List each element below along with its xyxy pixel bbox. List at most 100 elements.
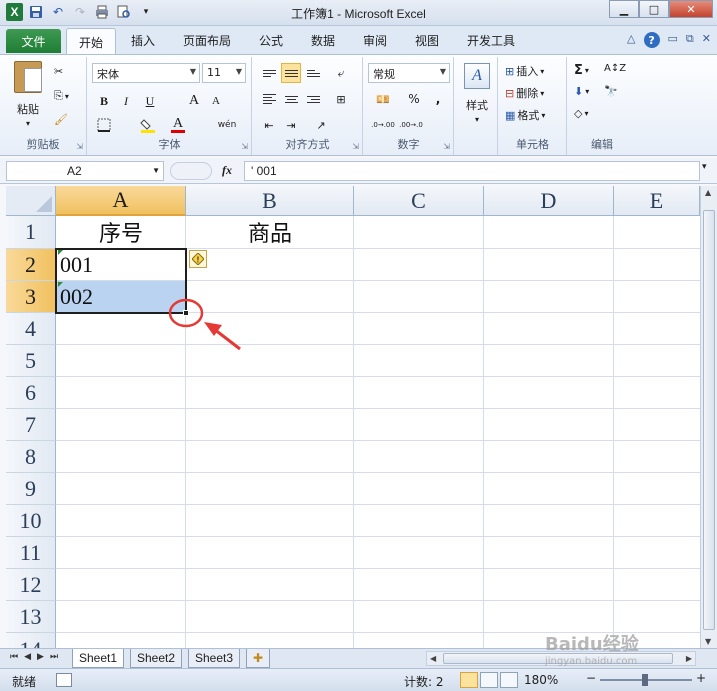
normal-view-button[interactable] [460, 672, 478, 688]
help-icon[interactable]: ? [643, 32, 660, 48]
borders-button[interactable] [94, 115, 114, 135]
cell-b1[interactable]: 商品 [186, 216, 354, 248]
sheet-tab-1[interactable]: Sheet1 [72, 649, 125, 668]
wrap-text-button[interactable]: ⤶ [331, 63, 351, 83]
tab-view[interactable]: 视图 [415, 32, 439, 49]
align-middle-button[interactable] [281, 63, 301, 83]
scroll-up-icon[interactable]: ▲ [705, 188, 711, 197]
alignment-launcher-icon[interactable]: ⇲ [352, 142, 359, 151]
phonetic-button[interactable]: wén [214, 115, 240, 135]
font-launcher-icon[interactable]: ⇲ [241, 142, 248, 151]
sort-filter-button[interactable]: A↕Z [604, 63, 626, 74]
column-header-b[interactable]: B [186, 186, 354, 216]
increase-indent-button[interactable]: ⇥ [281, 115, 301, 135]
tab-developer[interactable]: 开发工具 [467, 32, 515, 49]
expand-formula-bar-icon[interactable]: ▾ [702, 162, 707, 172]
row-header-9[interactable]: 9 [6, 473, 56, 505]
minimize-button[interactable]: ▁ [609, 0, 639, 18]
number-launcher-icon[interactable]: ⇲ [443, 142, 450, 151]
row-header-1[interactable]: 1 [6, 216, 56, 249]
column-header-e[interactable]: E [614, 186, 700, 216]
fill-color-button[interactable] [138, 115, 158, 135]
italic-button[interactable]: I [116, 91, 136, 111]
last-sheet-icon[interactable]: ⏭ [50, 652, 58, 662]
column-header-a[interactable]: A [56, 186, 186, 216]
styles-button[interactable]: A 样式 ▾ [461, 63, 493, 133]
paste-button[interactable]: 粘贴 ▾ [8, 61, 48, 133]
row-header-4[interactable]: 4 [6, 313, 56, 345]
minimize-ribbon-icon[interactable]: △ [627, 32, 635, 48]
formula-bar-splitter[interactable] [170, 162, 212, 180]
zoom-level[interactable]: 180% [524, 673, 558, 687]
row-header-3[interactable]: 3 [6, 281, 56, 313]
clear-button[interactable]: ◇ ▾ [574, 107, 588, 120]
tab-file[interactable]: 文件 [6, 29, 61, 53]
row-header-12[interactable]: 12 [6, 569, 56, 601]
underline-button[interactable]: U [140, 91, 160, 111]
zoom-in-button[interactable]: + [696, 671, 706, 685]
format-cells-button[interactable]: ▦ 格式 ▾ [505, 107, 545, 123]
first-sheet-icon[interactable]: ⏮ [10, 652, 18, 662]
cut-button[interactable]: ✂ [54, 65, 63, 78]
number-format-select[interactable]: 常规 ▼ [368, 63, 450, 83]
fill-button[interactable]: ⬇ ▾ [574, 85, 589, 98]
zoom-thumb[interactable] [642, 674, 648, 686]
scroll-left-icon[interactable]: ◀ [430, 654, 436, 663]
tab-review[interactable]: 审阅 [363, 32, 387, 49]
vertical-scroll-thumb[interactable] [703, 210, 715, 630]
align-bottom-button[interactable] [303, 63, 323, 83]
orientation-button[interactable]: ↗ [311, 115, 331, 135]
autosum-button[interactable]: Σ ▾ [574, 63, 589, 78]
prev-sheet-icon[interactable]: ◀ [24, 652, 31, 662]
find-select-button[interactable]: 🔭 [604, 85, 618, 98]
align-left-button[interactable] [259, 89, 279, 109]
error-warning-icon[interactable]: ! [189, 250, 207, 268]
workbook-minimize-icon[interactable]: ▭ [668, 32, 678, 48]
page-break-view-button[interactable] [500, 672, 518, 688]
align-center-button[interactable] [281, 89, 301, 109]
delete-cells-button[interactable]: ⊟ 删除 ▾ [505, 85, 544, 101]
font-size-select[interactable]: 11 ▼ [202, 63, 246, 83]
bold-button[interactable]: B [94, 91, 114, 111]
tab-insert[interactable]: 插入 [131, 32, 155, 49]
row-header-13[interactable]: 13 [6, 601, 56, 633]
copy-button[interactable]: ⎘ ▾ [54, 89, 69, 103]
next-sheet-icon[interactable]: ▶ [37, 652, 44, 662]
tab-home[interactable]: 开始 [66, 28, 116, 55]
row-header-10[interactable]: 10 [6, 505, 56, 537]
tab-formulas[interactable]: 公式 [259, 32, 283, 49]
sheet-tab-3[interactable]: Sheet3 [188, 649, 241, 668]
formula-input[interactable]: ' 001 [244, 161, 700, 181]
column-header-c[interactable]: C [354, 186, 484, 216]
name-box[interactable]: A2 ▼ [6, 161, 164, 181]
row-header-2[interactable]: 2 [6, 249, 56, 281]
row-header-8[interactable]: 8 [6, 441, 56, 473]
row-header-5[interactable]: 5 [6, 345, 56, 377]
decrease-indent-button[interactable]: ⇤ [259, 115, 279, 135]
vertical-scrollbar[interactable]: ▲ ▼ [700, 186, 717, 648]
insert-cells-button[interactable]: ⊞ 插入 ▾ [505, 63, 544, 79]
workbook-restore-icon[interactable]: ⧉ [686, 32, 694, 48]
align-right-button[interactable] [303, 89, 323, 109]
record-macro-icon[interactable] [56, 673, 72, 687]
percent-button[interactable]: % [404, 89, 424, 109]
cell-a1[interactable]: 序号 [56, 216, 186, 248]
select-all-button[interactable] [6, 186, 56, 216]
increase-decimal-button[interactable]: .0→.00 [370, 115, 396, 135]
column-header-d[interactable]: D [484, 186, 614, 216]
tab-page-layout[interactable]: 页面布局 [183, 32, 231, 49]
row-header-14[interactable]: 14 [6, 633, 56, 648]
row-header-6[interactable]: 6 [6, 377, 56, 409]
currency-button[interactable]: 💴 [370, 89, 396, 109]
zoom-out-button[interactable]: − [586, 671, 596, 685]
zoom-slider[interactable]: − + [586, 671, 706, 687]
row-header-11[interactable]: 11 [6, 537, 56, 569]
row-header-7[interactable]: 7 [6, 409, 56, 441]
font-name-select[interactable]: 宋体 ▼ [92, 63, 200, 83]
comma-button[interactable]: , [428, 89, 448, 109]
tab-data[interactable]: 数据 [311, 32, 335, 49]
scroll-right-icon[interactable]: ▶ [686, 654, 692, 663]
clipboard-launcher-icon[interactable]: ⇲ [76, 142, 83, 151]
maximize-button[interactable]: □ [639, 0, 669, 18]
insert-function-button[interactable]: fx [222, 163, 232, 178]
